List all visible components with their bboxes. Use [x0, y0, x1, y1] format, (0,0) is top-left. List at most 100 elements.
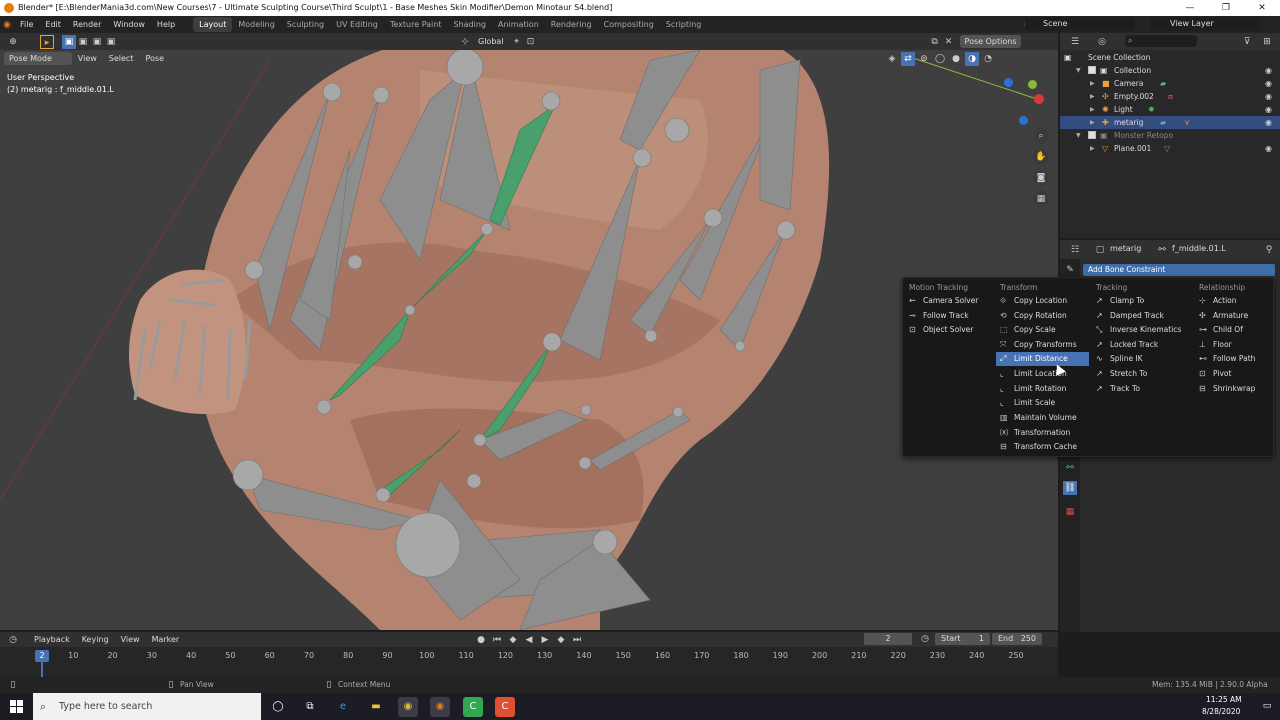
wireframe-shading-icon[interactable]: ◯	[933, 52, 947, 66]
menu-item-limit-distance[interactable]: ⤢ Limit Distance	[996, 352, 1089, 366]
outliner-row-monster-retopo[interactable]: ▼ ▣ Monster Retopo	[1060, 129, 1280, 142]
outliner-row-collection[interactable]: ▼ ▣ Collection ◉	[1060, 64, 1280, 77]
visibility-icon[interactable]: ◈	[885, 52, 899, 66]
bone-tab-icon[interactable]: ⚯	[1063, 461, 1077, 475]
overlays-icon[interactable]: ⊚	[917, 52, 931, 66]
visibility-eye-icon[interactable]: ◉	[1265, 90, 1272, 103]
scene-selector[interactable]: Scene	[1025, 17, 1135, 31]
tab-compositing[interactable]: Compositing	[598, 17, 660, 32]
menu-item-action[interactable]: ⊹ Action	[1195, 294, 1271, 308]
axis-x-icon[interactable]	[1034, 94, 1044, 104]
blender-taskbar-icon[interactable]: ◉	[430, 697, 450, 717]
expand-triangle-icon[interactable]: ▶	[1090, 77, 1095, 90]
menu-item-follow-track[interactable]: ⊸ Follow Track	[905, 309, 995, 323]
menu-window[interactable]: Window	[107, 16, 151, 33]
camera-view-icon[interactable]: ◙	[1033, 170, 1049, 186]
transform-orientation-dropdown[interactable]: Global	[472, 37, 510, 46]
tab-texture-paint[interactable]: Texture Paint	[384, 17, 448, 32]
start-frame-field[interactable]: Start 1	[935, 633, 990, 645]
add-bone-constraint-button[interactable]: Add Bone Constraint	[1083, 264, 1275, 276]
current-frame-indicator[interactable]: 2	[35, 650, 49, 662]
menu-item-spline-ik[interactable]: ∿ Spline IK	[1092, 352, 1190, 366]
tab-rendering[interactable]: Rendering	[545, 17, 598, 32]
outliner-type-icon[interactable]: ☰	[1068, 35, 1082, 49]
material-shading-icon[interactable]: ◑	[965, 52, 979, 66]
close-button[interactable]: ✕	[1244, 0, 1280, 16]
snap-icon[interactable]: ⊡	[524, 35, 538, 49]
new-collection-icon[interactable]: ⊞	[1260, 35, 1274, 49]
camtasia-recorder-icon[interactable]: C	[495, 697, 515, 717]
select-box-icon[interactable]: ▣	[62, 34, 76, 49]
tab-layout[interactable]: Layout	[193, 17, 233, 32]
menu-playback[interactable]: Playback	[28, 635, 76, 644]
menu-render[interactable]: Render	[67, 16, 107, 33]
gizmo-toggle-icon[interactable]: ⇄	[901, 52, 915, 66]
menu-item-copy-scale[interactable]: ⬚ Copy Scale	[996, 323, 1089, 337]
tab-modeling[interactable]: Modeling	[232, 17, 280, 32]
axis-neg-z-icon[interactable]	[1019, 116, 1028, 125]
menu-item-copy-location[interactable]: ⟐ Copy Location	[996, 294, 1089, 308]
select-extend-icon[interactable]: ▣	[76, 35, 90, 49]
jump-end-icon[interactable]: ⏭	[570, 633, 584, 647]
playhead[interactable]	[41, 662, 43, 677]
outliner-row-empty[interactable]: ▶ ✣ Empty.002 ⧈ ◉	[1060, 90, 1280, 103]
outliner-row-camera[interactable]: ▶ ■ Camera ▰ ◉	[1060, 77, 1280, 90]
filter-icon[interactable]: ⊽	[1240, 35, 1254, 49]
collection-checkbox[interactable]	[1088, 66, 1096, 74]
play-reverse-icon[interactable]: ◀	[522, 633, 536, 647]
3d-viewport[interactable]	[0, 33, 1058, 630]
tool-tab-icon[interactable]: ✎	[1063, 263, 1077, 277]
pose-options-dropdown[interactable]: Pose Options	[959, 35, 1022, 48]
menu-item-camera-solver[interactable]: ⇜ Camera Solver	[905, 294, 995, 308]
display-mode-icon[interactable]: ◎	[1095, 35, 1109, 49]
menu-item-transform-cache[interactable]: ⊟ Transform Cache	[996, 440, 1089, 454]
menu-item-limit-scale[interactable]: ⌞ Limit Scale	[996, 396, 1089, 410]
menu-item-limit-rotation[interactable]: ⌞ Limit Rotation	[996, 382, 1089, 396]
pan-hand-icon[interactable]: ✋	[1033, 149, 1049, 165]
xray-close-icon[interactable]: ✕	[942, 35, 956, 49]
notification-icon[interactable]: ▭	[1260, 699, 1274, 713]
menu-select[interactable]: Select	[103, 54, 140, 63]
tab-sculpting[interactable]: Sculpting	[281, 17, 330, 32]
menu-timeline-view[interactable]: View	[115, 635, 146, 644]
rendered-shading-icon[interactable]: ◔	[981, 52, 995, 66]
menu-item-armature[interactable]: ✣ Armature	[1195, 309, 1271, 323]
menu-item-track-to[interactable]: ↗ Track To	[1092, 382, 1190, 396]
edge-browser-icon[interactable]: e	[333, 697, 353, 717]
pivot-icon[interactable]: ⌖	[510, 35, 524, 49]
expand-triangle-icon[interactable]: ▶	[1090, 90, 1095, 103]
windows-start-icon[interactable]	[10, 700, 23, 713]
visibility-eye-icon[interactable]: ◉	[1265, 116, 1272, 129]
menu-help[interactable]: Help	[151, 16, 181, 33]
expand-triangle-icon[interactable]: ▼	[1076, 64, 1081, 77]
view-layer-selector[interactable]: View Layer	[1150, 17, 1260, 31]
axis-z-icon[interactable]	[1004, 78, 1013, 87]
visibility-eye-icon[interactable]: ◉	[1265, 103, 1272, 116]
end-frame-field[interactable]: End 250	[992, 633, 1042, 645]
overlay-toggle-icon[interactable]: ⧉	[928, 35, 942, 49]
bone-constraint-tab-icon[interactable]: ⛓	[1063, 481, 1077, 495]
menu-item-pivot[interactable]: ⊡ Pivot	[1195, 367, 1271, 381]
outliner-search-input[interactable]: ⌕	[1125, 35, 1197, 47]
blender-menu-icon[interactable]: ◉	[0, 18, 14, 32]
navigation-gizmo[interactable]	[990, 68, 1050, 128]
menu-item-transformation[interactable]: ⒳ Transformation	[996, 426, 1089, 440]
select-subtract-icon[interactable]: ▣	[90, 35, 104, 49]
ortho-toggle-icon[interactable]: ▦	[1033, 191, 1049, 207]
menu-item-clamp-to[interactable]: ↗ Clamp To	[1092, 294, 1190, 308]
menu-item-stretch-to[interactable]: ↗ Stretch To	[1092, 367, 1190, 381]
expand-triangle-icon[interactable]: ▶	[1090, 116, 1095, 129]
expand-triangle-icon[interactable]: ▶	[1090, 103, 1095, 116]
maximize-button[interactable]: ❐	[1208, 0, 1244, 16]
jump-start-icon[interactable]: ⏮	[490, 633, 504, 647]
outliner-row-scene-collection[interactable]: ▣ Scene Collection	[1060, 51, 1280, 64]
menu-marker[interactable]: Marker	[146, 635, 186, 644]
minimize-button[interactable]: —	[1172, 0, 1208, 16]
visibility-eye-icon[interactable]: ◉	[1265, 142, 1272, 155]
collection-checkbox[interactable]	[1088, 131, 1096, 139]
file-explorer-icon[interactable]: ▬	[366, 697, 386, 717]
menu-view[interactable]: View	[72, 54, 103, 63]
menu-item-floor[interactable]: ⊥ Floor	[1195, 338, 1271, 352]
select-tool-icon[interactable]: ▸	[40, 34, 54, 49]
tab-animation[interactable]: Animation	[492, 17, 545, 32]
